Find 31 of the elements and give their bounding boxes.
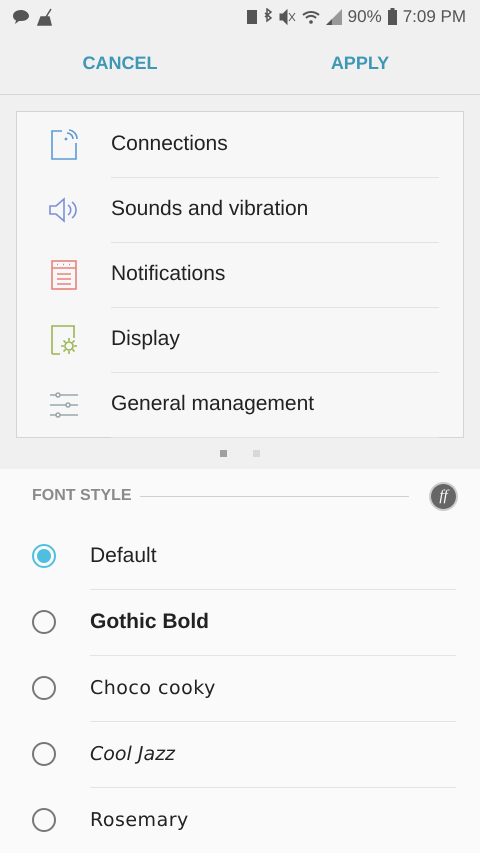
radio-button[interactable] <box>32 544 56 568</box>
font-option-label[interactable]: Gothic Bold <box>90 610 209 634</box>
mute-icon <box>278 8 296 25</box>
clock: 7:09 PM <box>402 6 466 27</box>
menu-item-label: Display <box>111 327 180 352</box>
radio-button[interactable] <box>32 610 56 634</box>
battery-percent: 90% <box>348 6 382 27</box>
notification-panel-icon <box>51 260 77 290</box>
screen-brightness-icon <box>50 324 78 355</box>
radio-button[interactable] <box>32 808 56 832</box>
menu-item-label: General management <box>111 392 314 416</box>
radio-button[interactable] <box>32 742 56 766</box>
chat-bubble-icon <box>12 8 30 25</box>
font-option-label[interactable]: Cool Jazz <box>90 742 176 764</box>
font-option-label[interactable]: Choco cooky <box>90 676 216 698</box>
signal-icon <box>326 8 342 25</box>
broom-icon <box>36 8 54 26</box>
sliders-icon <box>49 392 79 418</box>
font-option-label[interactable]: Default <box>90 544 157 568</box>
menu-item-label: Notifications <box>111 262 226 286</box>
section-heading: FONT STYLE <box>32 487 132 505</box>
battery-icon <box>388 8 397 26</box>
wifi-icon <box>302 10 320 24</box>
device-signal-icon <box>50 128 78 161</box>
sim-card-icon <box>246 8 258 25</box>
font-option-label[interactable]: Rosemary <box>90 808 189 830</box>
menu-item-label: Connections <box>111 132 228 156</box>
speaker-icon <box>48 196 80 224</box>
radio-button[interactable] <box>32 676 56 700</box>
menu-item-label: Sounds and vibration <box>111 197 308 222</box>
font-badge[interactable]: ff <box>431 484 456 508</box>
